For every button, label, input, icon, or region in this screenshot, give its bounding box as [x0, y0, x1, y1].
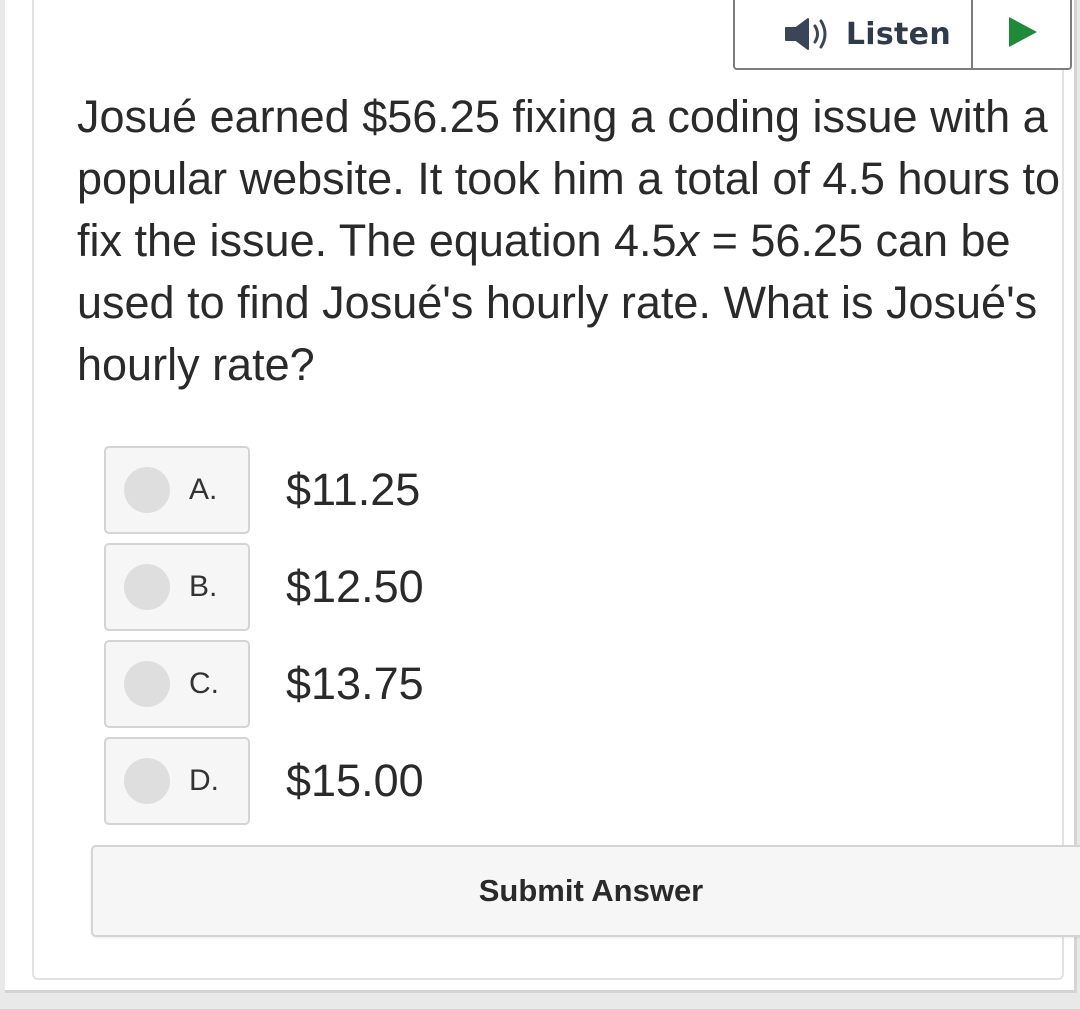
choice-c[interactable]: C. $13.75 — [104, 638, 424, 730]
choice-d-selector[interactable]: D. — [104, 737, 250, 825]
choice-c-selector[interactable]: C. — [104, 640, 250, 728]
choice-letter: A. — [189, 473, 218, 506]
radio-button[interactable] — [124, 467, 170, 513]
choice-letter: B. — [189, 570, 218, 603]
choice-a-selector[interactable]: A. — [104, 446, 250, 534]
listen-label: Listen — [845, 16, 951, 52]
page-shell: Listen Josué earned $56.25 fixing a codi… — [5, 0, 1080, 993]
answer-choices: A. $11.25 B. $12.50 C. $13.75 D. $15.00 — [104, 444, 424, 832]
choice-text[interactable]: $12.50 — [286, 561, 424, 613]
radio-button[interactable] — [124, 564, 170, 610]
play-icon — [1006, 16, 1038, 53]
question-text: Josué earned $56.25 fixing a coding issu… — [77, 86, 1080, 396]
choice-a[interactable]: A. $11.25 — [104, 444, 424, 536]
listen-button[interactable]: Listen — [735, 0, 973, 68]
choice-b[interactable]: B. $12.50 — [104, 541, 424, 633]
speaker-icon — [784, 16, 832, 52]
choice-text[interactable]: $13.75 — [286, 658, 424, 710]
choice-letter: C. — [189, 667, 219, 700]
choice-b-selector[interactable]: B. — [104, 543, 250, 631]
radio-button[interactable] — [124, 661, 170, 707]
choice-letter: D. — [189, 764, 219, 797]
submit-answer-button[interactable]: Submit Answer — [91, 845, 1080, 937]
choice-text[interactable]: $15.00 — [286, 755, 424, 807]
question-card: Listen Josué earned $56.25 fixing a codi… — [32, 0, 1080, 980]
question-variable: x — [676, 215, 700, 266]
radio-button[interactable] — [124, 758, 170, 804]
choice-d[interactable]: D. $15.00 — [104, 735, 424, 827]
listen-toolbar: Listen — [733, 0, 1072, 70]
choice-text[interactable]: $11.25 — [286, 464, 420, 516]
play-button[interactable] — [973, 0, 1070, 68]
